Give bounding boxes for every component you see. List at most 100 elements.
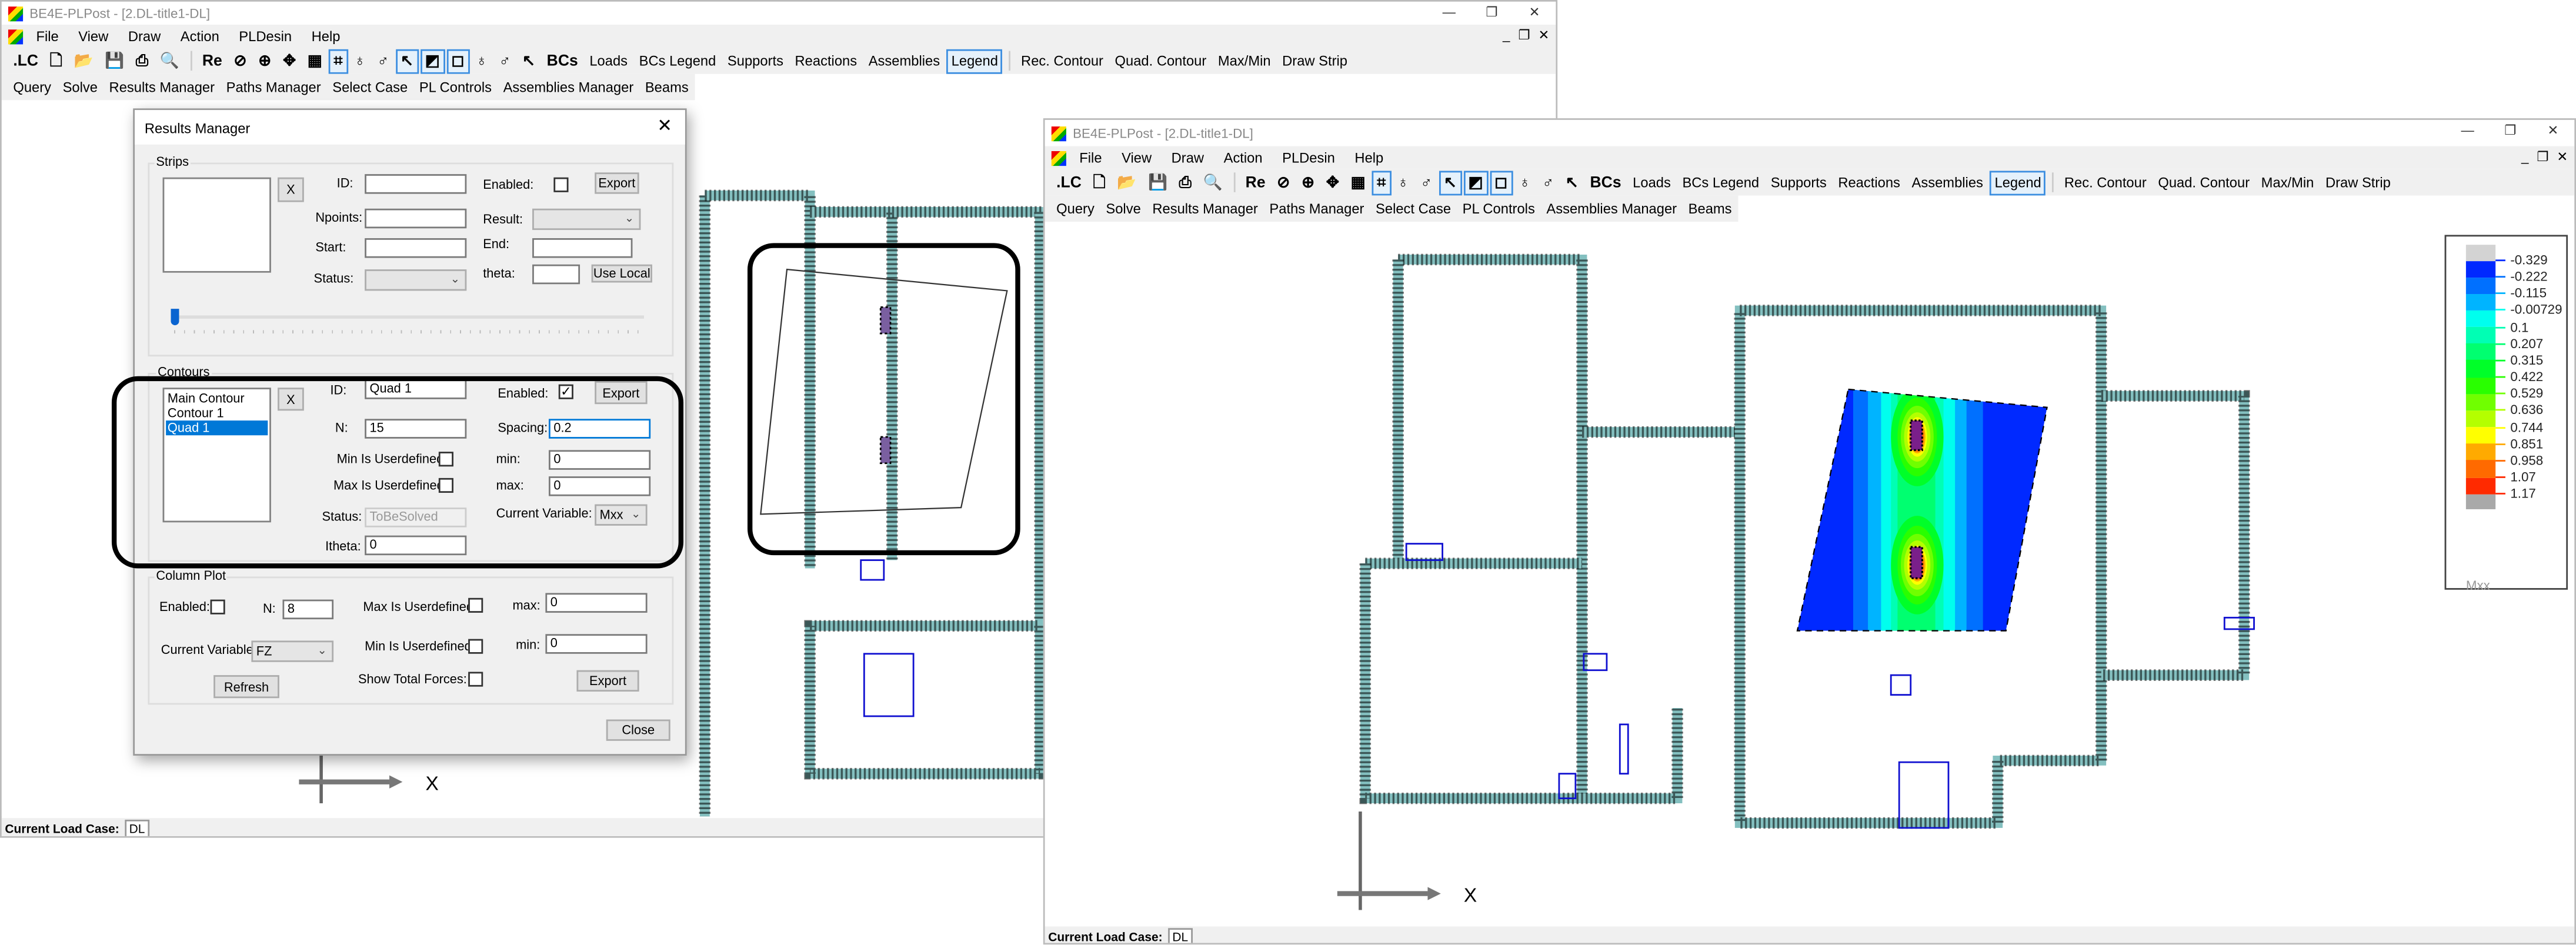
toolbar-bcs-legend-button[interactable]: BCs Legend [1677, 170, 1764, 195]
menu-help[interactable]: Help [302, 28, 350, 44]
toolbar-solve-button[interactable]: Solve [1101, 196, 1146, 221]
column-enabled-checkbox[interactable] [210, 599, 225, 615]
close-button[interactable]: Close [606, 719, 670, 741]
mdi-close-icon[interactable]: ✕ [1538, 25, 1549, 48]
strip-slider-track[interactable] [174, 315, 645, 319]
column-support-outline-button[interactable]: ♂ [1537, 170, 1559, 195]
column-outline-button[interactable]: ♂ [372, 48, 394, 73]
toolbar-pl-controls-button[interactable]: PL Controls [1457, 196, 1540, 221]
toolbar-supports-button[interactable]: Supports [723, 48, 789, 73]
column-outline-button[interactable]: ♂ [1416, 170, 1437, 195]
toolbar-results-manager-button[interactable]: Results Manager [1147, 196, 1263, 221]
new-file-button[interactable]: 🗋 [1088, 170, 1110, 195]
save-button[interactable]: 💾 [1143, 170, 1173, 195]
toolbar-draw-strip-button[interactable]: Draw Strip [2321, 170, 2396, 195]
menu-view[interactable]: View [1112, 149, 1162, 166]
toolbar-supports-button[interactable]: Supports [1766, 170, 1831, 195]
toolbar-max-min-button[interactable]: Max/Min [1213, 48, 1275, 73]
result-dropdown[interactable]: ⌄ [532, 208, 641, 231]
toolbar-query-button[interactable]: Query [1052, 196, 1099, 221]
toolbar-loads-button[interactable]: Loads [585, 48, 632, 73]
slab-outline-button[interactable]: ◻ [446, 48, 469, 74]
menu-action[interactable]: Action [1214, 149, 1273, 166]
end-input[interactable] [532, 238, 633, 258]
menu-file[interactable]: File [26, 28, 69, 44]
theta-input[interactable] [532, 264, 580, 285]
strips-export-button[interactable]: Export [595, 172, 639, 194]
toolbar-bcs-legend-button[interactable]: BCs Legend [634, 48, 720, 73]
mdi-minimize-icon[interactable]: _ [1503, 25, 1510, 48]
column-n-input[interactable]: 8 [282, 599, 334, 620]
column-export-button[interactable]: Export [576, 670, 639, 692]
mdi-restore-icon[interactable]: ❐ [1518, 25, 1530, 48]
column-support-button[interactable]: ♁ [471, 48, 493, 73]
toolbar-legend-button[interactable]: Legend [946, 48, 1003, 74]
minimize-icon[interactable]: — [2446, 120, 2489, 143]
toolbar-assemblies-manager-button[interactable]: Assemblies Manager [1541, 196, 1681, 221]
dialog-close-icon[interactable]: ✕ [657, 115, 672, 136]
npoints-input[interactable] [365, 208, 467, 229]
menu-file[interactable]: File [1070, 149, 1112, 166]
mdi-close-icon[interactable]: ✕ [2557, 146, 2568, 169]
column-button[interactable]: ♁ [1392, 170, 1414, 195]
use-local-button[interactable]: Use Local [591, 264, 652, 283]
redraw-button[interactable]: Re [197, 48, 227, 73]
menu-view[interactable]: View [68, 28, 118, 44]
load-case-button[interactable]: .LC [1052, 170, 1087, 195]
toolbar-quad-contour-button[interactable]: Quad. Contour [1110, 48, 1212, 73]
menu-help[interactable]: Help [1345, 149, 1393, 166]
pan-button[interactable]: ✥ [278, 48, 301, 73]
toolbar-paths-manager-button[interactable]: Paths Manager [221, 75, 326, 99]
column-support-outline-button[interactable]: ♂ [494, 48, 516, 73]
strip-slider-thumb[interactable] [171, 309, 179, 326]
toolbar-rec-contour-button[interactable]: Rec. Contour [1016, 48, 1109, 73]
load-case-value[interactable]: DL [124, 819, 150, 836]
menu-pldesin[interactable]: PLDesin [1272, 149, 1344, 166]
toolbar-query-button[interactable]: Query [8, 75, 56, 99]
toolbar-assemblies-button[interactable]: Assemblies [863, 48, 945, 73]
zoom-window-button[interactable]: ⊘ [1272, 170, 1295, 195]
menu-action[interactable]: Action [171, 28, 229, 44]
load-case-button[interactable]: .LC [8, 48, 44, 73]
menu-draw[interactable]: Draw [118, 28, 171, 44]
open-folder-button[interactable]: 📂 [69, 48, 98, 73]
start-input[interactable] [365, 238, 467, 258]
restore-icon[interactable]: ❐ [2489, 120, 2532, 143]
menu-pldesin[interactable]: PLDesin [229, 28, 302, 44]
close-icon[interactable]: ✕ [2532, 120, 2575, 143]
toolbar-assemblies-manager-button[interactable]: Assemblies Manager [498, 75, 638, 99]
column-max-user-checkbox[interactable] [468, 597, 483, 613]
bcs-button[interactable]: BCs [1585, 170, 1626, 195]
wall-support-button[interactable]: ↖ [517, 48, 540, 73]
drawing-canvas[interactable]: X Mxx -0.329 -0.222 -0.115 -0.00729 0.1 0.207… [1045, 223, 2575, 927]
toolbar-assemblies-button[interactable]: Assemblies [1907, 170, 1988, 195]
new-file-button[interactable]: 🗋 [45, 48, 67, 73]
strips-delete-button[interactable]: X [278, 177, 304, 202]
mdi-minimize-icon[interactable]: _ [2521, 146, 2528, 169]
print-preview-button[interactable]: 🔍 [1198, 170, 1227, 195]
toolbar-select-case-button[interactable]: Select Case [328, 75, 413, 99]
toolbar-solve-button[interactable]: Solve [58, 75, 102, 99]
refresh-button[interactable]: Refresh [213, 675, 279, 699]
wall-button[interactable]: ↖ [395, 48, 419, 74]
zoom-window-button[interactable]: ⊘ [229, 48, 252, 73]
toolbar-results-manager-button[interactable]: Results Manager [104, 75, 219, 99]
toolbar-max-min-button[interactable]: Max/Min [2256, 170, 2318, 195]
strips-enabled-checkbox[interactable] [553, 177, 569, 192]
strips-status-dropdown[interactable]: ⌄ [365, 269, 467, 291]
column-variable-dropdown[interactable]: FZ ⌄ [251, 640, 334, 662]
grid-button[interactable]: ▦ [302, 48, 327, 73]
redraw-button[interactable]: Re [1240, 170, 1270, 195]
toolbar-pl-controls-button[interactable]: PL Controls [414, 75, 496, 99]
document-icon[interactable] [1051, 150, 1066, 165]
open-folder-button[interactable]: 📂 [1112, 170, 1142, 195]
show-total-forces-checkbox[interactable] [468, 672, 483, 687]
toolbar-reactions-button[interactable]: Reactions [790, 48, 862, 73]
toolbar-beams-button[interactable]: Beams [1683, 196, 1737, 221]
toolbar-select-case-button[interactable]: Select Case [1371, 196, 1456, 221]
wall-button[interactable]: ↖ [1439, 170, 1462, 195]
pan-button[interactable]: ✥ [1321, 170, 1344, 195]
zoom-in-button[interactable]: ⊕ [1297, 170, 1320, 195]
column-min-input[interactable]: 0 [545, 634, 648, 654]
grid-button[interactable]: ▦ [1346, 170, 1370, 195]
